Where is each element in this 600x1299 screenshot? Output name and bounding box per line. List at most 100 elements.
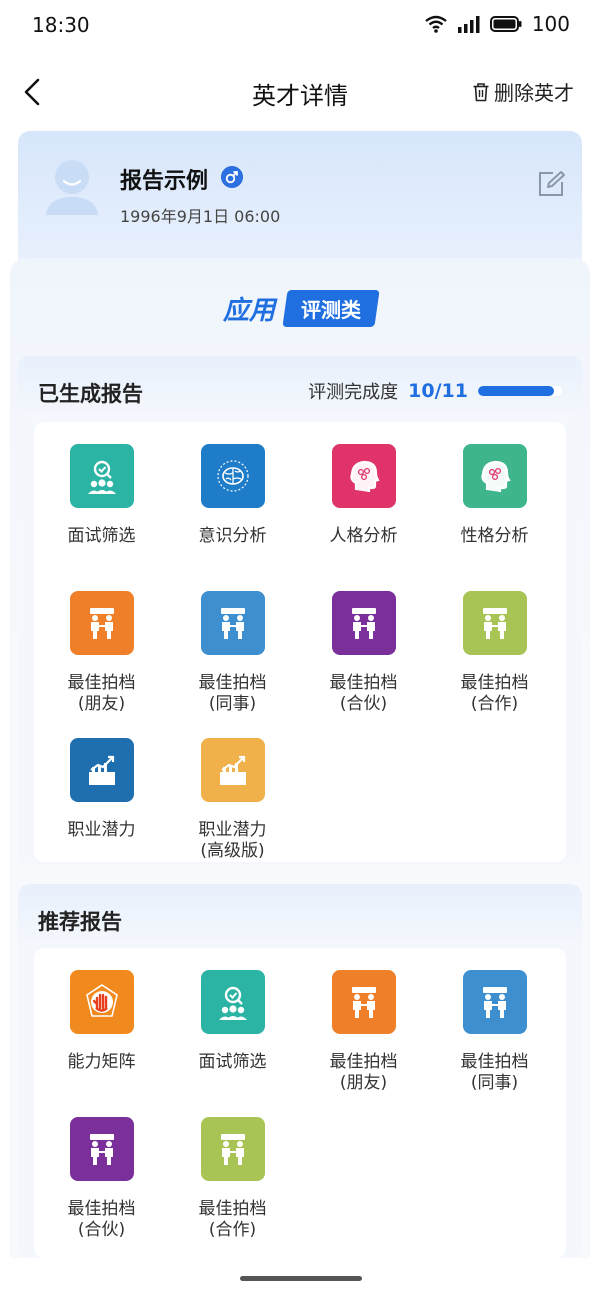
report-label-main: 最佳拍档 (460, 1052, 529, 1072)
report-label-sub: (合作) (470, 694, 519, 714)
report-tile[interactable]: 最佳拍档 (合伙) (35, 1117, 168, 1241)
report-grid: 面试筛选 意识分析 人格分析 性格分析 最佳拍档 (朋友) 最佳拍档 (同事) 最佳拍档 (合伙)… (34, 422, 566, 862)
report-label-sub: (合伙) (77, 1220, 126, 1240)
partner-icon (331, 970, 396, 1034)
avatar (46, 160, 98, 215)
report-label: 人格分析 (297, 526, 430, 547)
report-label: 面试筛选 (166, 1052, 299, 1073)
report-label: 最佳拍档 (合伙) (297, 673, 430, 715)
report-label-main: 能力矩阵 (67, 1052, 136, 1072)
edit-icon[interactable] (536, 169, 566, 199)
wifi-icon (425, 15, 447, 33)
report-tile[interactable]: 最佳拍档 (合作) (166, 1117, 299, 1241)
report-label-main: 面试筛选 (198, 1052, 267, 1072)
report-label: 最佳拍档 (朋友) (297, 1052, 430, 1094)
progress-label: 评测完成度 (308, 382, 399, 403)
report-label: 最佳拍档 (同事) (166, 673, 299, 715)
generated-reports-section: 已生成报告 评测完成度 10/11 面试筛选 意识分析 人格分析 性格分析 最佳拍档 (朋… (18, 356, 582, 864)
partner-icon (69, 1117, 134, 1181)
app-header: 应用 评测类 (0, 290, 600, 327)
report-tile[interactable]: 职业潜力 (高级版) (166, 738, 299, 862)
report-tile[interactable]: 职业潜力 (35, 738, 168, 841)
delete-label: 删除英才 (494, 81, 574, 105)
report-tile[interactable]: 最佳拍档 (朋友) (35, 591, 168, 715)
recommended-reports-section: 推荐报告 能力矩阵 面试筛选 最佳拍档 (朋友) 最佳拍档 (同事) 最佳拍档 (合伙) 最佳拍… (18, 884, 582, 1258)
head-icon (331, 444, 396, 508)
partner-icon (462, 591, 527, 655)
report-tile[interactable]: 能力矩阵 (35, 970, 168, 1073)
home-indicator[interactable] (240, 1276, 362, 1281)
report-label-main: 职业潜力 (198, 820, 267, 840)
report-grid: 能力矩阵 面试筛选 最佳拍档 (朋友) 最佳拍档 (同事) 最佳拍档 (合伙) 最佳拍档 (合作) (34, 948, 566, 1258)
report-label: 面试筛选 (35, 526, 168, 547)
growth-icon (69, 738, 134, 802)
report-label-main: 面试筛选 (67, 526, 136, 546)
report-label-sub: (朋友) (339, 1073, 388, 1093)
progress-value: 10/11 (408, 380, 468, 402)
profile-name: 报告示例 (120, 169, 209, 194)
report-label: 最佳拍档 (朋友) (35, 673, 168, 715)
nav-bar: 英才详情 删除英才 (0, 60, 600, 124)
interview-icon (69, 444, 134, 508)
trash-icon (473, 82, 489, 101)
signal-icon (457, 16, 480, 33)
status-icons: 100 (424, 12, 570, 36)
head-icon (462, 444, 527, 508)
report-label: 能力矩阵 (35, 1052, 168, 1073)
report-tile[interactable]: 面试筛选 (35, 444, 168, 547)
delete-talent-button[interactable]: 删除英才 (472, 77, 574, 106)
report-label-main: 最佳拍档 (198, 673, 267, 693)
brain-icon (200, 444, 265, 508)
report-tile[interactable]: 面试筛选 (166, 970, 299, 1073)
report-label-main: 最佳拍档 (67, 673, 136, 693)
report-label-sub: (合伙) (339, 694, 388, 714)
report-label: 最佳拍档 (合作) (166, 1199, 299, 1241)
report-label: 性格分析 (428, 526, 561, 547)
profile-birth: 1996年9月1日 06:00 (120, 207, 281, 226)
report-label-sub: (同事) (208, 694, 257, 714)
report-label: 最佳拍档 (同事) (428, 1052, 561, 1094)
progress-fill (478, 386, 555, 396)
report-label-main: 职业潜力 (67, 820, 136, 840)
report-tile[interactable]: 最佳拍档 (朋友) (297, 970, 430, 1094)
report-label-sub: (同事) (470, 1073, 519, 1093)
partner-icon (200, 591, 265, 655)
battery-level: 100 (531, 12, 570, 36)
report-label-main: 性格分析 (460, 526, 529, 546)
report-label-sub: (高级版) (200, 841, 265, 861)
report-tile[interactable]: 意识分析 (166, 444, 299, 547)
report-label-main: 最佳拍档 (198, 1199, 267, 1219)
report-label-main: 最佳拍档 (67, 1199, 136, 1219)
male-icon (221, 166, 243, 188)
report-tile[interactable]: 性格分析 (428, 444, 561, 547)
section-title: 推荐报告 (38, 910, 122, 934)
report-label-main: 最佳拍档 (329, 673, 398, 693)
report-label-main: 意识分析 (198, 526, 267, 546)
report-label: 最佳拍档 (合作) (428, 673, 561, 715)
report-label: 职业潜力 (高级版) (166, 820, 299, 862)
completion-progress: 评测完成度 10/11 (308, 378, 562, 404)
report-label: 职业潜力 (35, 820, 168, 841)
report-label-main: 最佳拍档 (329, 1052, 398, 1072)
partner-icon (200, 1117, 265, 1181)
battery-icon (489, 16, 522, 32)
tab-assessment[interactable]: 评测类 (282, 290, 380, 327)
report-tile[interactable]: 人格分析 (297, 444, 430, 547)
report-label: 最佳拍档 (合伙) (35, 1199, 168, 1241)
hand-icon (69, 970, 134, 1034)
tab-assessment-label: 评测类 (301, 298, 361, 322)
report-label-sub: (合作) (208, 1220, 257, 1240)
status-bar: 18:30 100 (0, 0, 600, 52)
report-tile[interactable]: 最佳拍档 (同事) (428, 970, 561, 1094)
report-label-main: 人格分析 (329, 526, 398, 546)
partner-icon (462, 970, 527, 1034)
report-label: 意识分析 (166, 526, 299, 547)
report-tile[interactable]: 最佳拍档 (合伙) (297, 591, 430, 715)
report-label-sub: (朋友) (77, 694, 126, 714)
partner-icon (69, 591, 134, 655)
status-time: 18:30 (32, 13, 90, 37)
report-tile[interactable]: 最佳拍档 (同事) (166, 591, 299, 715)
report-tile[interactable]: 最佳拍档 (合作) (428, 591, 561, 715)
profile-card: 报告示例 1996年9月1日 06:00 (18, 131, 582, 271)
progress-bar (478, 386, 562, 396)
